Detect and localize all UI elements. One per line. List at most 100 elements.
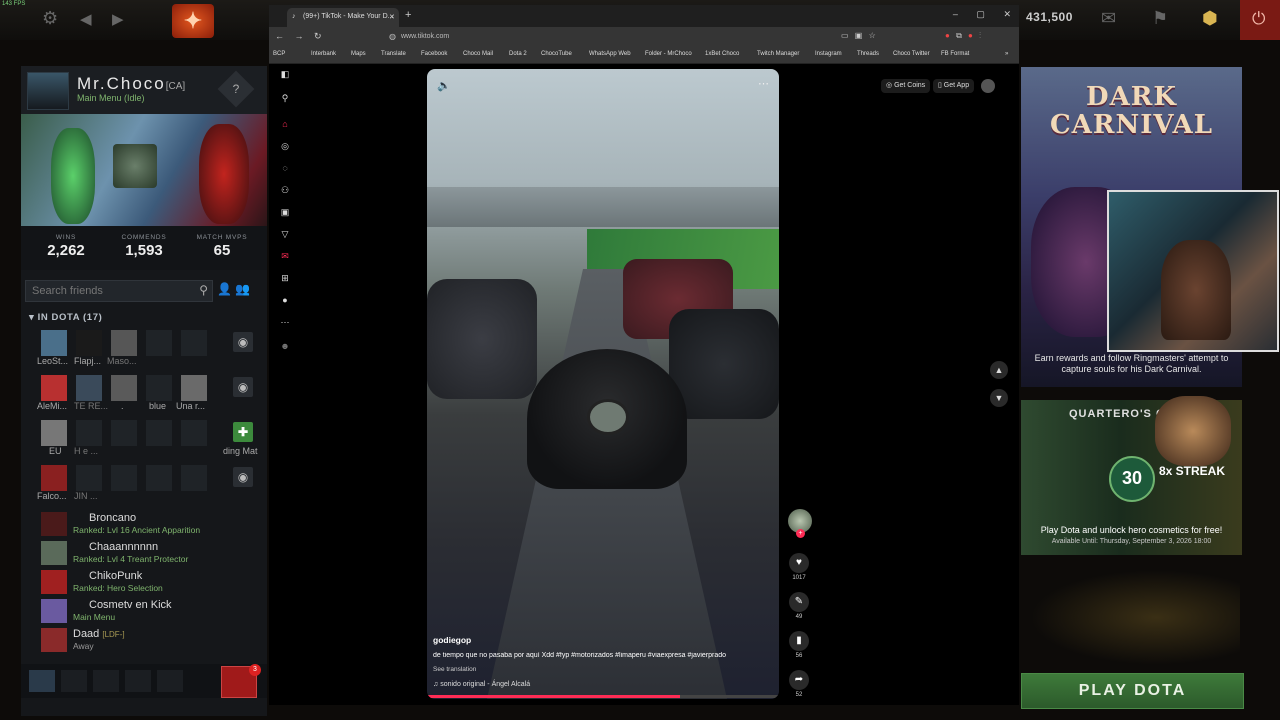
- video-progress-bar[interactable]: [427, 695, 779, 698]
- friend-tile[interactable]: [76, 465, 102, 491]
- friend-tile[interactable]: [181, 465, 207, 491]
- minimize-icon[interactable]: –: [953, 9, 958, 19]
- spectate-eye-icon[interactable]: ◉: [233, 332, 253, 352]
- bookmark-item[interactable]: Instagram: [815, 51, 842, 57]
- like-button[interactable]: ♥ 1017: [786, 553, 812, 581]
- screenshot-icon[interactable]: ▣: [855, 31, 863, 40]
- party-slot[interactable]: [125, 670, 151, 692]
- forward-icon[interactable]: →: [295, 31, 304, 41]
- power-button[interactable]: ⏻: [1240, 0, 1280, 40]
- friends-list-icon[interactable]: 👥: [235, 282, 250, 296]
- friend-tile[interactable]: [41, 375, 67, 401]
- friend-tile[interactable]: [41, 420, 67, 446]
- search-icon[interactable]: ⚲: [199, 283, 208, 297]
- bookmark-item[interactable]: ChocoTube: [541, 51, 572, 57]
- following-icon[interactable]: ◌: [275, 163, 295, 173]
- close-window-icon[interactable]: ✕: [1003, 9, 1011, 19]
- settings-gear-icon[interactable]: ⚙: [42, 8, 58, 29]
- profile-avatar-icon[interactable]: ●: [968, 31, 973, 40]
- messages-icon[interactable]: ✉: [275, 251, 295, 262]
- bookmark-item[interactable]: FB Format: [941, 51, 969, 57]
- search-icon[interactable]: ⚲: [275, 93, 295, 104]
- search-friends-input[interactable]: [26, 282, 188, 300]
- friend-tile[interactable]: [111, 420, 137, 446]
- bookmark-item[interactable]: 1xBet Choco: [705, 51, 739, 57]
- friend-tile[interactable]: [111, 330, 137, 356]
- add-party-plus-icon[interactable]: ✚: [233, 422, 253, 442]
- mail-icon[interactable]: ✉: [1101, 8, 1116, 29]
- friend-tile[interactable]: [111, 465, 137, 491]
- save-button[interactable]: ▮ 56: [786, 631, 812, 659]
- hero-showcase[interactable]: [21, 114, 267, 226]
- add-friend-icon[interactable]: 👤: [217, 282, 232, 296]
- plus-shield-icon[interactable]: ⬢: [1202, 8, 1218, 29]
- bookmark-item[interactable]: Maps: [351, 51, 366, 57]
- bookmark-item[interactable]: Facebook: [421, 51, 447, 57]
- friend-tile[interactable]: [111, 375, 137, 401]
- chevron-down-icon[interactable]: ▼: [990, 389, 1008, 407]
- avatar[interactable]: [27, 72, 69, 110]
- tab-tiktok[interactable]: ♪ (99+) TikTok - Make Your D... ✕: [287, 8, 399, 27]
- friend-tile[interactable]: [41, 465, 67, 491]
- play-dota-button[interactable]: PLAY DOTA: [1021, 673, 1244, 709]
- cast-icon[interactable]: ▭: [841, 31, 849, 40]
- in-dota-header[interactable]: ▾ IN DOTA (17): [29, 312, 102, 323]
- see-translation-link[interactable]: See translation: [433, 666, 476, 673]
- profile-icon[interactable]: ●: [275, 295, 295, 305]
- video-player[interactable]: 🔈 ⋯ godiegop de tiempo que no pasaba por…: [427, 69, 779, 699]
- bookmark-item[interactable]: Choco Twitter: [893, 51, 930, 57]
- party-slot[interactable]: [93, 670, 119, 692]
- following-avatar-icon[interactable]: ☻: [275, 341, 295, 351]
- bookmark-item[interactable]: Threads: [857, 51, 879, 57]
- video-username[interactable]: godiegop: [433, 635, 471, 645]
- search-friends-field[interactable]: ⚲: [25, 280, 213, 302]
- volume-icon[interactable]: 🔈: [437, 79, 451, 92]
- back-icon[interactable]: ←: [275, 31, 284, 41]
- rank-medal-icon[interactable]: ?: [217, 70, 255, 108]
- friend-tile[interactable]: [76, 330, 102, 356]
- back-arrow-icon[interactable]: ◀: [80, 10, 92, 28]
- sound-link[interactable]: ♫ sonido original - Ángel Alcalá: [433, 681, 530, 688]
- reload-icon[interactable]: ↻: [314, 31, 322, 41]
- upload-icon[interactable]: ⊞: [275, 273, 295, 284]
- forward-arrow-icon[interactable]: ▶: [112, 10, 124, 28]
- comment-button[interactable]: ✎ 49: [786, 592, 812, 620]
- spectate-eye-icon[interactable]: ◉: [233, 467, 253, 487]
- more-icon[interactable]: ⋯: [275, 317, 295, 328]
- close-tab-icon[interactable]: ✕: [389, 13, 395, 21]
- party-slot[interactable]: [157, 670, 183, 692]
- friend-tile[interactable]: [146, 375, 172, 401]
- chevron-up-icon[interactable]: ▲: [990, 361, 1008, 379]
- more-options-icon[interactable]: ⋯: [758, 77, 769, 90]
- profile-name[interactable]: Mr.Choco[CA]: [77, 74, 185, 94]
- bookmarks-overflow-icon[interactable]: »: [1005, 51, 1008, 57]
- bookmark-item[interactable]: Dota 2: [509, 51, 527, 57]
- list-item[interactable]: ChikoPunk Ranked: Hero Selection: [41, 570, 261, 599]
- get-app-button[interactable]: ▯ Get App: [933, 79, 975, 93]
- friend-tile[interactable]: [181, 330, 207, 356]
- bookmark-item[interactable]: Translate: [381, 51, 406, 57]
- bookmark-item[interactable]: WhatsApp Web: [589, 51, 631, 57]
- activity-icon[interactable]: ▽: [275, 229, 295, 240]
- follow-plus-icon[interactable]: +: [796, 529, 805, 538]
- avatar[interactable]: [981, 79, 995, 93]
- friend-tile[interactable]: [146, 465, 172, 491]
- bookmark-item[interactable]: Choco Mail: [463, 51, 493, 57]
- party-slot[interactable]: [61, 670, 87, 692]
- friend-tile[interactable]: [146, 420, 172, 446]
- extension-red-icon[interactable]: ●: [945, 31, 950, 40]
- list-item[interactable]: Chaaannnnnn Ranked: Lvl 4 Treant Protect…: [41, 541, 261, 570]
- friend-tile[interactable]: [41, 330, 67, 356]
- friend-tile[interactable]: [76, 420, 102, 446]
- list-item[interactable]: Broncano Ranked: Lvl 16 Ancient Appariti…: [41, 512, 261, 541]
- list-item[interactable]: Cosmetv en Kick Main Menu: [41, 599, 261, 628]
- bookmark-star-icon[interactable]: ☆: [869, 31, 876, 40]
- bookmark-item[interactable]: BCP: [273, 51, 285, 57]
- new-tab-icon[interactable]: +: [405, 9, 411, 21]
- bookmark-item[interactable]: Folder - MrChoco: [645, 51, 692, 57]
- spectate-eye-icon[interactable]: ◉: [233, 377, 253, 397]
- menu-dots-icon[interactable]: ⋮: [979, 31, 981, 40]
- share-button[interactable]: ➦ 52: [786, 670, 812, 698]
- friend-tile[interactable]: [76, 375, 102, 401]
- live-icon[interactable]: ▣: [275, 207, 295, 218]
